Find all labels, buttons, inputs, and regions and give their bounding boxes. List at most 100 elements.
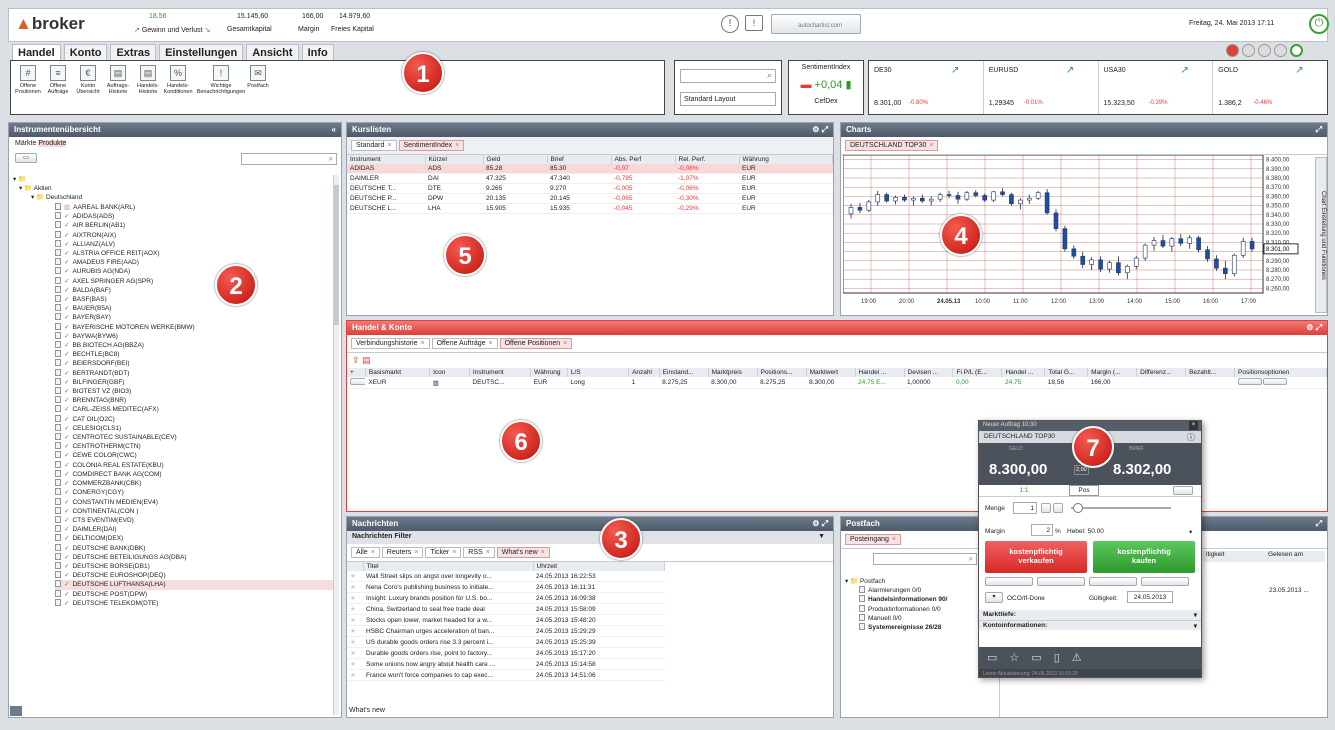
- ticker-de30[interactable]: DE30 ↗ 8.301,00 -0.80%: [869, 61, 984, 114]
- candle-body[interactable]: [1116, 262, 1121, 274]
- candle-body[interactable]: [1125, 266, 1130, 274]
- export-icon[interactable]: ⇪: [352, 355, 360, 365]
- tab-sentimentindex[interactable]: SentimentIndex ×: [398, 140, 465, 151]
- col-geld[interactable]: Geld: [483, 155, 548, 164]
- tab-offene-auftraege[interactable]: Offene Aufträge ×: [431, 338, 498, 349]
- candle-body[interactable]: [1187, 237, 1192, 244]
- instrument-item[interactable]: ✓ CEWE COLOR(CWC): [55, 451, 335, 460]
- candle-body[interactable]: [1169, 238, 1175, 247]
- positions-col[interactable]: Anzahl: [628, 368, 660, 377]
- instrument-item[interactable]: ✓ DEUTSCHE BORSE(DB1): [55, 561, 335, 571]
- close-icon[interactable]: ×: [1189, 421, 1198, 430]
- candle-body[interactable]: [1178, 238, 1184, 244]
- tab-maerkte[interactable]: Märkte: [15, 140, 36, 147]
- menge-input[interactable]: 1: [1013, 502, 1037, 514]
- layout-select[interactable]: Standard Layout: [680, 92, 776, 106]
- col-rel-perf[interactable]: Rel. Perf.: [675, 155, 740, 164]
- tab-produkte[interactable]: Produkte: [38, 140, 67, 147]
- col-uhrzeit[interactable]: Uhrzeit: [533, 562, 665, 571]
- record-icon[interactable]: [1226, 44, 1239, 57]
- ribbon-konto-uebersicht[interactable]: € Konto Übersicht: [75, 65, 101, 110]
- candle-body[interactable]: [902, 197, 907, 201]
- col-gueltigkeit[interactable]: itigkeit: [1203, 551, 1265, 562]
- instrument-item[interactable]: ✓ DEUTSCHE TELEKOM(DTE): [55, 598, 335, 608]
- postfach-item-manuell[interactable]: Manuell 0/0: [845, 613, 947, 623]
- candle-body[interactable]: [1053, 212, 1059, 229]
- instrument-item[interactable]: ✓ DEUTSCHE POST(DPW): [55, 589, 335, 599]
- instrument-item[interactable]: ▥ AAREAL BANK(ARL): [55, 203, 335, 212]
- candle-body[interactable]: [1089, 259, 1094, 265]
- candle-body[interactable]: [1205, 249, 1210, 260]
- tree-node-deutschland[interactable]: ▾ 📁 Deutschland: [13, 193, 333, 202]
- tab-deutschland-top30[interactable]: DEUTSCHLAND TOP30 ×: [845, 140, 939, 151]
- pdf-icon[interactable]: ▤: [362, 355, 371, 365]
- instrument-item[interactable]: ✓ ALLIANZ(ALV): [55, 239, 335, 249]
- candle-body[interactable]: [848, 207, 854, 215]
- instrument-item[interactable]: ✓ BIOTEST VZ (BIO3): [55, 387, 335, 396]
- ts-option[interactable]: [1089, 577, 1137, 586]
- news-item[interactable]: ★ Wall Street slips on angst over longevi…: [347, 571, 665, 582]
- instrument-item[interactable]: ✓ BAUER(B5A): [55, 304, 335, 313]
- candle-body[interactable]: [1044, 192, 1050, 214]
- expand-order-button[interactable]: [1173, 486, 1193, 495]
- star-icon[interactable]: ★: [350, 573, 356, 580]
- candle-body[interactable]: [1151, 240, 1157, 246]
- tab-1-1[interactable]: 1:1: [979, 485, 1069, 496]
- candle-body[interactable]: [875, 194, 881, 203]
- ribbon-handels-historie[interactable]: ▤ Handels-Historie: [135, 65, 161, 110]
- news-item[interactable]: ★ US durable goods orders rise 3.3 percen…: [347, 636, 665, 648]
- tab-rss[interactable]: RSS ×: [463, 547, 495, 558]
- candle-body[interactable]: [973, 192, 979, 196]
- kurslisten-row[interactable]: ADIDAS ADS 85.28 85.30 -0,07 -0,08% EUR: [347, 164, 833, 174]
- news-item[interactable]: ★ HSBC Chairman urges acceleration of ban…: [347, 625, 665, 637]
- candle-body[interactable]: [1240, 241, 1246, 256]
- postfach-options-icon[interactable]: ⤢: [1316, 517, 1322, 531]
- chart-line-icon[interactable]: ▭: [1031, 651, 1041, 665]
- kontoinfo-section[interactable]: Kontoinformationen: ▾: [979, 620, 1201, 630]
- instrument-item[interactable]: ✓ CONERGY(CGY): [55, 488, 335, 497]
- candle-body[interactable]: [1026, 197, 1032, 201]
- candle-body[interactable]: [1196, 237, 1201, 251]
- col-gelesen[interactable]: Gelesen am: [1265, 551, 1303, 562]
- kurslisten-row[interactable]: DEUTSCHE T... DTE 9.265 9.270 -0,005 -0,06% EU…: [347, 183, 833, 194]
- candle-body[interactable]: [1071, 248, 1077, 257]
- tp-option[interactable]: [1037, 577, 1085, 586]
- tab-offene-positionen[interactable]: Offene Positionen ×: [499, 338, 573, 349]
- col-instrument[interactable]: Instrument: [347, 155, 426, 164]
- instrument-item[interactable]: ✓ DEUTSCHE LUFTHANSA(LHA): [55, 580, 335, 590]
- instrument-item[interactable]: ✓ BERTRANDT(BDT): [55, 368, 335, 378]
- positions-col[interactable]: Differenz...: [1136, 368, 1187, 377]
- positions-col[interactable]: L/S: [567, 368, 630, 377]
- candle-body[interactable]: [1080, 255, 1086, 265]
- candle-body[interactable]: [1160, 240, 1166, 247]
- warning-icon[interactable]: ⚠: [1072, 651, 1082, 665]
- positions-col[interactable]: Positionsoptionen: [1234, 368, 1327, 377]
- candle-body[interactable]: [920, 197, 925, 202]
- news-item[interactable]: ★ Some unions now angry about health care…: [347, 658, 665, 670]
- star-icon[interactable]: ★: [350, 617, 356, 624]
- news-item[interactable]: ★ Durable goods orders rise, point to fac…: [347, 647, 665, 659]
- candle-body[interactable]: [991, 191, 996, 201]
- col-kuerzel[interactable]: Kürzel: [425, 155, 484, 164]
- positions-col[interactable]: Fi P/L (E...: [952, 368, 1003, 377]
- footer-icon[interactable]: [10, 706, 22, 716]
- candle-body[interactable]: [1223, 267, 1228, 274]
- instrument-item[interactable]: ✓ CENTROTEC SUSTAINABLE(CEV): [55, 433, 335, 442]
- tab-reuters[interactable]: Reuters ×: [381, 547, 424, 558]
- instrument-item[interactable]: ✓ BECHTLE(BC8): [55, 350, 335, 359]
- info-icon[interactable]: !: [721, 15, 739, 33]
- news-item[interactable]: ★ Nena Coro's publishing business to init…: [347, 581, 665, 593]
- instrument-item[interactable]: ✓ CONTINENTAL(CON ): [55, 506, 335, 516]
- instrument-item[interactable]: ✓ BAYWA(BYW6): [55, 331, 335, 341]
- postfach-item-alarm[interactable]: Alarmierungen 0/0: [845, 586, 947, 595]
- postfach-search[interactable]: ⌕: [873, 553, 977, 565]
- star-icon[interactable]: ★: [350, 650, 356, 657]
- ribbon-postfach[interactable]: ✉ Postfach: [245, 65, 271, 110]
- candle-body[interactable]: [1018, 199, 1023, 205]
- instrument-item[interactable]: ✓ CONSTANTIN MEDIEN(EV4): [55, 497, 335, 507]
- instrument-item[interactable]: ✓ DEUTSCHE BETEILIGUNGS AG(DBA): [55, 552, 335, 562]
- favorite-icon[interactable]: ☆: [1009, 651, 1019, 665]
- ribbon-auftrags-historie[interactable]: ▤ Auftrags-Historie: [105, 65, 131, 110]
- instrument-item[interactable]: ✓ AIR BERLIN(AB1): [55, 221, 335, 230]
- tools-icon[interactable]: [1258, 44, 1271, 57]
